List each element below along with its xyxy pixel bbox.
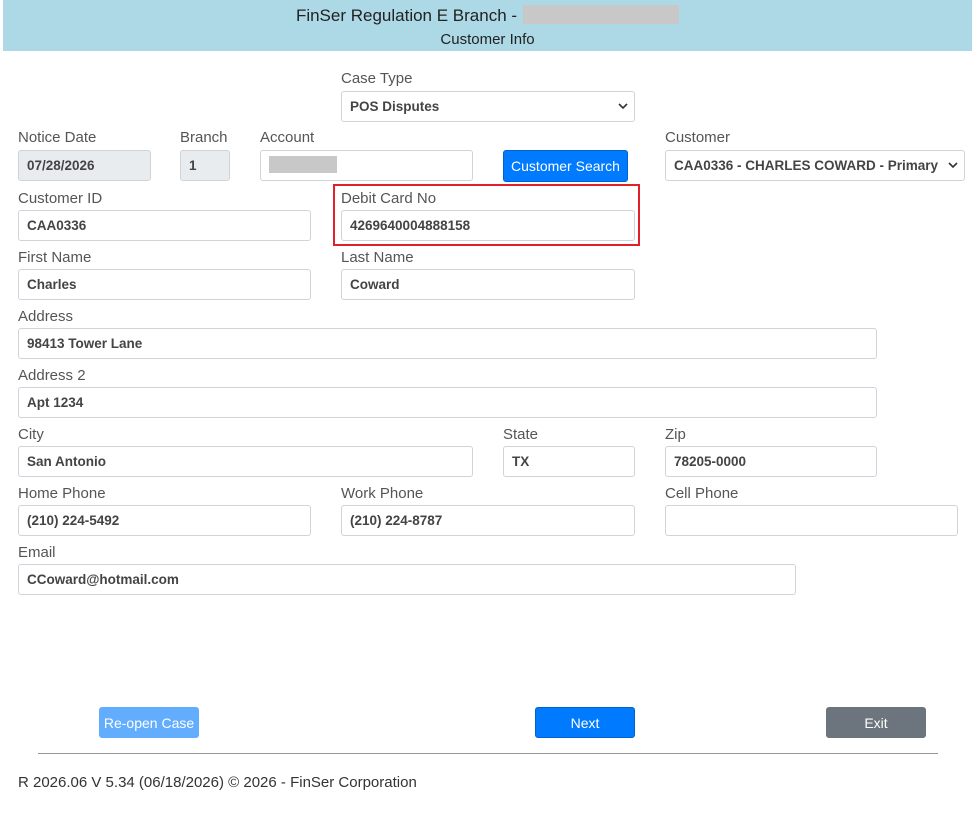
customer-value: CAA0336 - CHARLES COWARD - Primary <box>674 158 939 173</box>
work-phone-field[interactable]: (210) 224-8787 <box>341 505 635 536</box>
notice-date-field[interactable]: 07/28/2026 <box>18 150 151 181</box>
case-type-value: POS Disputes <box>350 99 440 114</box>
city-label: City <box>18 426 44 443</box>
redacted-branch-name <box>523 5 680 24</box>
customer-label: Customer <box>665 129 731 146</box>
zip-label: Zip <box>665 426 686 443</box>
app-title: FinSer Regulation E Branch - <box>3 5 972 26</box>
city-field[interactable]: San Antonio <box>18 446 473 477</box>
app-title-text: FinSer Regulation E Branch - <box>295 6 518 25</box>
footer-text: R 2026.06 V 5.34 (06/18/2026) © 2026 - F… <box>18 774 417 791</box>
home-phone-field[interactable]: (210) 224-5492 <box>18 505 311 536</box>
work-phone-label: Work Phone <box>341 485 424 502</box>
cell-phone-label: Cell Phone <box>665 485 739 502</box>
address-label: Address <box>18 308 74 325</box>
last-name-label: Last Name <box>341 249 414 266</box>
customer-select[interactable]: CAA0336 - CHARLES COWARD - Primary <box>665 150 965 181</box>
state-label: State <box>503 426 539 443</box>
branch-field[interactable]: 1 <box>180 150 230 181</box>
footer-divider <box>38 753 938 754</box>
cell-phone-field[interactable] <box>665 505 958 536</box>
customer-id-field[interactable]: CAA0336 <box>18 210 311 241</box>
first-name-label: First Name <box>18 249 92 266</box>
reopen-case-button[interactable]: Re-open Case <box>99 707 199 738</box>
home-phone-label: Home Phone <box>18 485 106 502</box>
state-field[interactable]: TX <box>503 446 635 477</box>
address2-field[interactable]: Apt 1234 <box>18 387 877 418</box>
debit-card-label: Debit Card No <box>341 190 437 207</box>
address2-label: Address 2 <box>18 367 86 384</box>
address-field[interactable]: 98413 Tower Lane <box>18 328 877 359</box>
customer-id-label: Customer ID <box>18 190 103 207</box>
last-name-field[interactable]: Coward <box>341 269 635 300</box>
first-name-field[interactable]: Charles <box>18 269 311 300</box>
debit-card-field[interactable]: 4269640004888158 <box>341 210 635 241</box>
redacted-account-number <box>269 156 337 173</box>
next-button[interactable]: Next <box>535 707 635 738</box>
case-type-label: Case Type <box>341 70 413 87</box>
chevron-down-icon <box>618 103 628 110</box>
customer-search-button[interactable]: Customer Search <box>503 150 628 182</box>
notice-date-label: Notice Date <box>18 129 97 146</box>
page-subtitle: Customer Info <box>440 31 535 48</box>
zip-field[interactable]: 78205-0000 <box>665 446 877 477</box>
email-label: Email <box>18 544 56 561</box>
account-label: Account <box>260 129 315 146</box>
account-field[interactable] <box>260 150 473 181</box>
page-header: FinSer Regulation E Branch - Customer In… <box>3 0 972 51</box>
email-field[interactable]: CCoward@hotmail.com <box>18 564 796 595</box>
case-type-select[interactable]: POS Disputes <box>341 91 635 122</box>
branch-label: Branch <box>180 129 228 146</box>
chevron-down-icon <box>948 162 958 169</box>
exit-button[interactable]: Exit <box>826 707 926 738</box>
